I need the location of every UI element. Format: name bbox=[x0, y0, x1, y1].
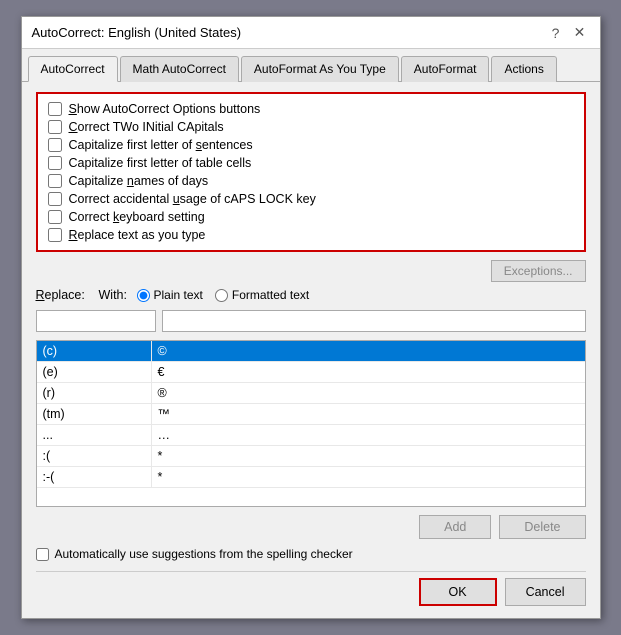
tab-actions[interactable]: Actions bbox=[491, 56, 556, 82]
checkbox-label-show-autocorrect: Show AutoCorrect Options buttons bbox=[69, 102, 261, 116]
table-cell-left: :-( bbox=[37, 467, 152, 487]
tab-math-autocorrect[interactable]: Math AutoCorrect bbox=[120, 56, 239, 82]
checkbox-row-keyboard: Correct keyboard setting bbox=[48, 210, 574, 224]
title-bar-controls: ? ✕ bbox=[546, 23, 590, 43]
checkbox-row-show-autocorrect: Show AutoCorrect Options buttons bbox=[48, 102, 574, 116]
ok-button[interactable]: OK bbox=[419, 578, 497, 606]
dialog-title: AutoCorrect: English (United States) bbox=[32, 25, 242, 40]
checkbox-replace-text[interactable] bbox=[48, 228, 62, 242]
table-cell-right: * bbox=[152, 467, 585, 487]
table-cell-left: (c) bbox=[37, 341, 152, 361]
checkbox-label-capitalize-table: Capitalize first letter of table cells bbox=[69, 156, 252, 170]
checkbox-label-caps-lock: Correct accidental usage of cAPS LOCK ke… bbox=[69, 192, 316, 206]
checkbox-row-correct-two: Correct TWo INitial CApitals bbox=[48, 120, 574, 134]
delete-button[interactable]: Delete bbox=[499, 515, 585, 539]
replace-inputs bbox=[36, 310, 586, 332]
radio-formatted-text: Formatted text bbox=[232, 288, 309, 302]
help-button[interactable]: ? bbox=[546, 23, 566, 43]
replace-label: Replace: bbox=[36, 288, 91, 302]
autocorrect-table-scroll[interactable]: (c) © (e) € (r) ® (tm) ™ bbox=[37, 341, 585, 506]
tab-autoformat[interactable]: AutoFormat bbox=[401, 56, 490, 82]
replace-input[interactable] bbox=[36, 310, 156, 332]
cancel-button[interactable]: Cancel bbox=[505, 578, 586, 606]
table-cell-right: € bbox=[152, 362, 585, 382]
table-cell-right: © bbox=[152, 341, 585, 361]
table-cell-right: ® bbox=[152, 383, 585, 403]
checkbox-keyboard[interactable] bbox=[48, 210, 62, 224]
radio-formatted-label: Formatted text bbox=[215, 288, 309, 302]
checkbox-row-capitalize-days: Capitalize names of days bbox=[48, 174, 574, 188]
table-cell-left: ... bbox=[37, 425, 152, 445]
table-row[interactable]: (r) ® bbox=[37, 383, 585, 404]
bottom-buttons: OK Cancel bbox=[36, 571, 586, 608]
checkbox-capitalize-table[interactable] bbox=[48, 156, 62, 170]
title-bar: AutoCorrect: English (United States) ? ✕ bbox=[22, 17, 600, 49]
checkbox-label-correct-two: Correct TWo INitial CApitals bbox=[69, 120, 224, 134]
table-row[interactable]: :( * bbox=[37, 446, 585, 467]
exceptions-button[interactable]: Exceptions... bbox=[491, 260, 586, 282]
checkbox-row-caps-lock: Correct accidental usage of cAPS LOCK ke… bbox=[48, 192, 574, 206]
with-input[interactable] bbox=[162, 310, 586, 332]
checkbox-row-replace-text: Replace text as you type bbox=[48, 228, 574, 242]
table-cell-right: * bbox=[152, 446, 585, 466]
table-row[interactable]: (tm) ™ bbox=[37, 404, 585, 425]
table-row[interactable]: (e) € bbox=[37, 362, 585, 383]
table-row[interactable]: (c) © bbox=[37, 341, 585, 362]
spelling-row: Automatically use suggestions from the s… bbox=[36, 547, 586, 561]
add-button[interactable]: Add bbox=[419, 515, 491, 539]
dialog: AutoCorrect: English (United States) ? ✕… bbox=[21, 16, 601, 619]
tab-autocorrect[interactable]: AutoCorrect bbox=[28, 56, 118, 82]
tab-bar: AutoCorrect Math AutoCorrect AutoFormat … bbox=[22, 49, 600, 82]
checkbox-row-capitalize-sentences: Capitalize first letter of sentences bbox=[48, 138, 574, 152]
checkbox-label-replace-text: Replace text as you type bbox=[69, 228, 206, 242]
checkbox-show-autocorrect[interactable] bbox=[48, 102, 62, 116]
checkbox-label-capitalize-sentences: Capitalize first letter of sentences bbox=[69, 138, 253, 152]
checkbox-label-capitalize-days: Capitalize names of days bbox=[69, 174, 209, 188]
autocorrect-table: (c) © (e) € (r) ® (tm) ™ bbox=[37, 341, 585, 488]
exceptions-area: Exceptions... bbox=[36, 260, 586, 282]
checkbox-group: Show AutoCorrect Options buttons Correct… bbox=[36, 92, 586, 252]
close-button[interactable]: ✕ bbox=[570, 23, 590, 43]
action-buttons: Add Delete bbox=[36, 515, 586, 539]
radio-plain-text: Plain text bbox=[154, 288, 203, 302]
checkbox-caps-lock[interactable] bbox=[48, 192, 62, 206]
with-label: With: bbox=[99, 288, 129, 302]
table-cell-right: … bbox=[152, 425, 585, 445]
checkbox-capitalize-sentences[interactable] bbox=[48, 138, 62, 152]
radio-formatted[interactable] bbox=[215, 289, 228, 302]
radio-plain[interactable] bbox=[137, 289, 150, 302]
table-row[interactable]: :-( * bbox=[37, 467, 585, 488]
checkbox-correct-two[interactable] bbox=[48, 120, 62, 134]
table-cell-right: ™ bbox=[152, 404, 585, 424]
replace-row: Replace: With: Plain text Formatted text bbox=[36, 288, 586, 302]
table-cell-left: (r) bbox=[37, 383, 152, 403]
table-row[interactable]: ... … bbox=[37, 425, 585, 446]
tab-autoformat-as-you-type[interactable]: AutoFormat As You Type bbox=[241, 56, 399, 82]
checkbox-label-keyboard: Correct keyboard setting bbox=[69, 210, 205, 224]
autocorrect-table-container: (c) © (e) € (r) ® (tm) ™ bbox=[36, 340, 586, 507]
radio-group: Plain text Formatted text bbox=[137, 288, 310, 302]
checkbox-row-capitalize-table: Capitalize first letter of table cells bbox=[48, 156, 574, 170]
dialog-body: Show AutoCorrect Options buttons Correct… bbox=[22, 82, 600, 618]
table-cell-left: (tm) bbox=[37, 404, 152, 424]
spelling-label: Automatically use suggestions from the s… bbox=[55, 547, 353, 561]
table-cell-left: (e) bbox=[37, 362, 152, 382]
radio-plain-label: Plain text bbox=[137, 288, 203, 302]
spelling-checkbox[interactable] bbox=[36, 548, 49, 561]
table-cell-left: :( bbox=[37, 446, 152, 466]
checkbox-capitalize-days[interactable] bbox=[48, 174, 62, 188]
